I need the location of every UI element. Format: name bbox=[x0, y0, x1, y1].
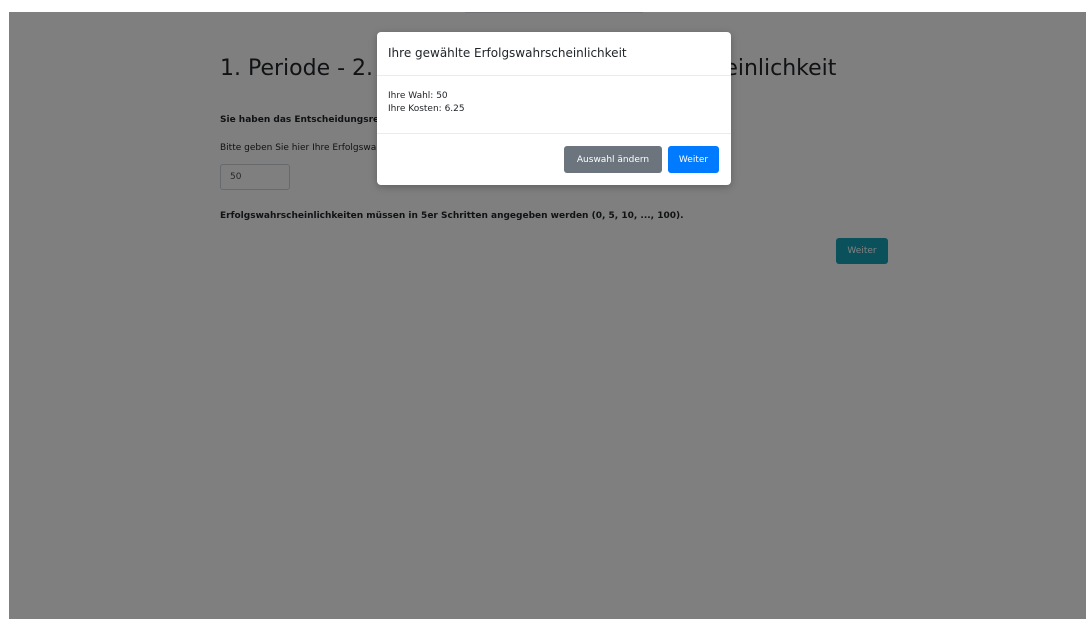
confirmation-modal: Ihre gewählte Erfolgswahrscheinlichkeit … bbox=[377, 32, 731, 185]
cost-text: Ihre Kosten: 6.25 bbox=[388, 104, 465, 114]
chosen-probability-text: Ihre Wahl: 50 bbox=[388, 91, 448, 101]
modal-footer: Auswahl ändern Weiter bbox=[377, 134, 731, 185]
modal-next-button[interactable]: Weiter bbox=[668, 146, 719, 173]
browser-viewport: 1. Periode - 2. Stufe: Wahl der Erfolgsw… bbox=[9, 12, 1086, 619]
modal-header: Ihre gewählte Erfolgswahrscheinlichkeit bbox=[377, 32, 731, 76]
modal-body: Ihre Wahl: 50 Ihre Kosten: 6.25 bbox=[377, 76, 731, 134]
modal-title: Ihre gewählte Erfolgswahrscheinlichkeit bbox=[388, 46, 627, 60]
change-selection-button[interactable]: Auswahl ändern bbox=[564, 146, 662, 173]
